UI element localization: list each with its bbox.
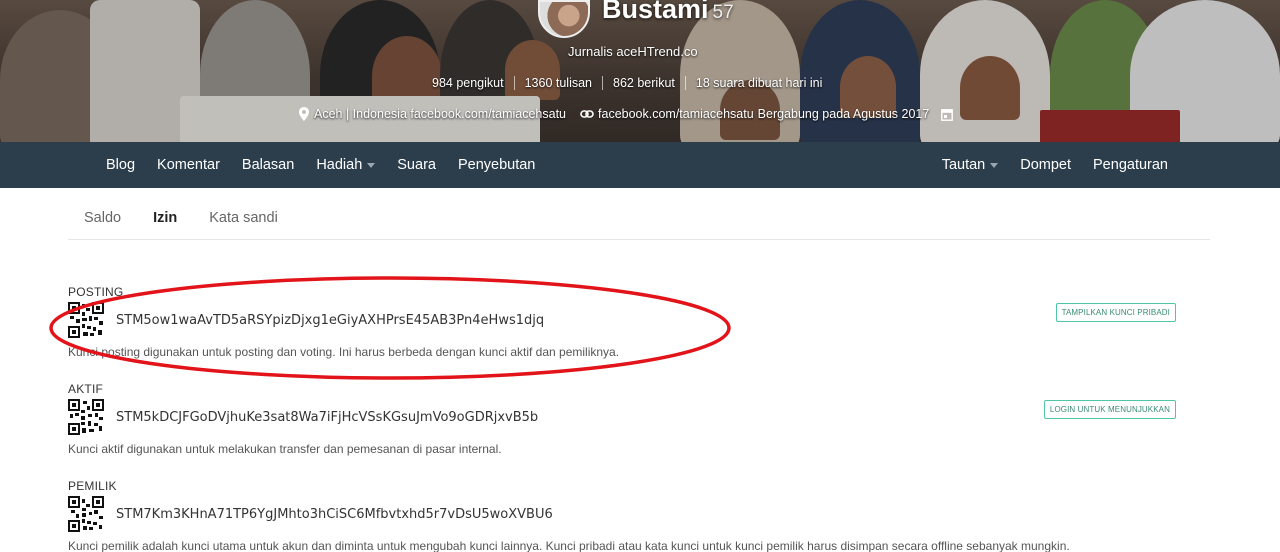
owner-public-key: STM7Km3KHnA71TP6YgJMhto3hCiSC6Mfbvtxhd5r… bbox=[116, 506, 553, 522]
followers-count[interactable]: 984 pengikut bbox=[432, 76, 515, 90]
nav-comments[interactable]: Komentar bbox=[157, 157, 220, 173]
calendar-icon bbox=[941, 108, 954, 121]
nav-votes[interactable]: Suara bbox=[397, 157, 436, 173]
profile-stats: 984 pengikut 1360 tulisan 862 berikut 18… bbox=[432, 74, 832, 92]
active-key-description: Kunci aktif digunakan untuk melakukan tr… bbox=[68, 442, 502, 456]
profile-meta: Aceh | Indonesia facebook.com/tamiacehsa… bbox=[298, 107, 961, 121]
nav-replies-label: Balasan bbox=[241, 157, 295, 173]
tab-password[interactable]: Kata sandi bbox=[209, 210, 278, 226]
posts-count: 1360 tulisan bbox=[515, 76, 604, 90]
nav-blog[interactable]: Blog bbox=[106, 157, 135, 173]
link-icon bbox=[580, 110, 594, 118]
show-private-key-button[interactable]: TAMPILKAN KUNCI PRIBADI bbox=[1055, 303, 1176, 322]
profile-location: Aceh | Indonesia facebook.com/tamiacehsa… bbox=[314, 107, 567, 121]
nav-mentions[interactable]: Penyebutan bbox=[458, 157, 535, 173]
owner-key-title: PEMILIK bbox=[68, 479, 117, 493]
tab-permissions[interactable]: Izin bbox=[153, 210, 177, 226]
login-to-show-button[interactable]: LOGIN UNTUK MENUNJUKKAN bbox=[1043, 400, 1176, 419]
tab-balance[interactable]: Saldo bbox=[84, 210, 121, 226]
posting-key-title: POSTING bbox=[68, 285, 124, 299]
caret-down-icon bbox=[367, 162, 376, 168]
qr-code-icon[interactable] bbox=[68, 496, 104, 532]
nav-settings-label: Pengaturan bbox=[1093, 157, 1168, 173]
nav-right: Tautan Dompet Pengaturan bbox=[942, 142, 1168, 188]
nav-comments-label: Komentar bbox=[157, 157, 220, 173]
nav-wallet[interactable]: Dompet bbox=[1020, 157, 1071, 173]
nav-replies[interactable]: Balasan bbox=[242, 157, 294, 173]
profile-joined: Bergabung pada Agustus 2017 bbox=[757, 107, 930, 121]
owner-key-section: PEMILIK STM7Km3KHnA71TP6YgJMhto3hCiSC6Mf… bbox=[68, 479, 1248, 552]
nav-settings[interactable]: Pengaturan bbox=[1093, 157, 1168, 173]
profile-about: Jurnalis aceHTrend.co bbox=[568, 44, 698, 59]
nav-mentions-label: Penyebutan bbox=[457, 157, 536, 173]
nav-rewards[interactable]: Hadiah bbox=[316, 157, 376, 173]
nav-blog-label: Blog bbox=[106, 157, 136, 173]
nav-wallet-label: Dompet bbox=[1020, 157, 1072, 173]
posting-public-key: STM5ow1waAvTD5aRSYpizDjxg1eGiyAXHPrsE45A… bbox=[116, 312, 545, 328]
location-pin-icon bbox=[299, 107, 309, 121]
nav-left: Blog Komentar Balasan Hadiah Suara Penye… bbox=[106, 142, 557, 188]
active-public-key: STM5kDCJFGoDVjhuKe3sat8Wa7iFjHcVSsKGsuJm… bbox=[116, 409, 539, 425]
owner-key-description: Kunci pemilik adalah kunci utama untuk a… bbox=[68, 539, 1070, 552]
wallet-subtabs: Saldo Izin Kata sandi bbox=[68, 196, 1210, 240]
profile-name: Bustami 57 bbox=[602, 0, 734, 25]
nav-links[interactable]: Tautan bbox=[942, 157, 999, 173]
votes-today: 18 suara dibuat hari ini bbox=[695, 76, 823, 90]
profile-website[interactable]: facebook.com/tamiacehsatu bbox=[598, 107, 754, 121]
nav-links-label: Tautan bbox=[941, 157, 986, 173]
owner-key-row: STM7Km3KHnA71TP6YgJMhto3hCiSC6Mfbvtxhd5r… bbox=[68, 495, 1248, 533]
posting-key-section: POSTING STM5ow1waAvTD5aRSYpizDjxg1eGiyAX… bbox=[68, 285, 1248, 359]
main-navbar: Blog Komentar Balasan Hadiah Suara Penye… bbox=[0, 142, 1280, 188]
caret-down-icon bbox=[990, 162, 999, 168]
qr-code-icon[interactable] bbox=[68, 399, 104, 435]
nav-rewards-label: Hadiah bbox=[316, 157, 363, 173]
following-count[interactable]: 862 berikut bbox=[603, 76, 686, 90]
nav-votes-label: Suara bbox=[397, 157, 436, 173]
active-key-title: AKTIF bbox=[68, 382, 104, 396]
profile-name-text: Bustami bbox=[602, 0, 709, 24]
active-key-section: AKTIF STM5kDCJFGoDVjhuKe3sat8Wa7iFjHcVSs… bbox=[68, 382, 1248, 456]
qr-code-icon[interactable] bbox=[68, 302, 104, 338]
posting-key-description: Kunci posting digunakan untuk posting da… bbox=[68, 345, 620, 359]
reputation-score: 57 bbox=[712, 2, 734, 23]
